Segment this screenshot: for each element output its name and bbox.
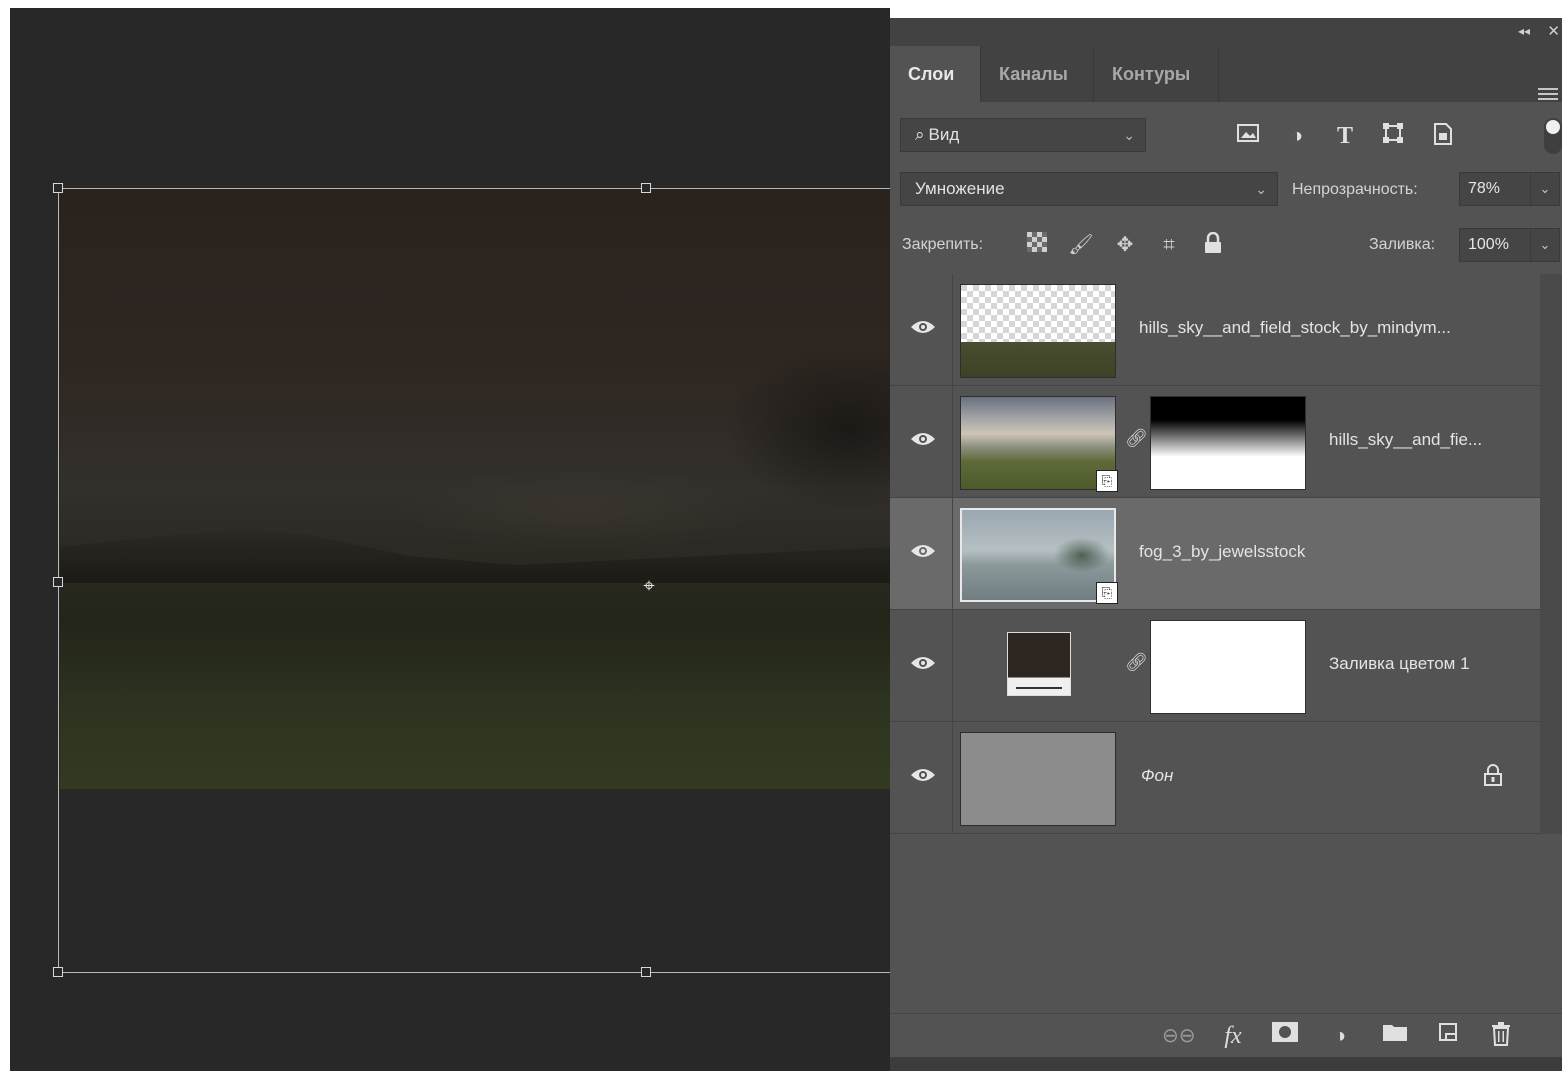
layer-mask-thumbnail[interactable] [1150,620,1306,714]
layer-thumbnail[interactable] [960,284,1116,378]
panel-header: ◂◂ ✕ [890,18,1562,46]
lock-all-icon[interactable] [1200,231,1226,258]
blend-mode-value: Умножение [915,179,1005,198]
lock-artboard-icon[interactable]: ⌗ [1156,232,1182,258]
transform-box-bottom [58,972,890,973]
layer-name[interactable]: hills_sky__and_fie... [1329,430,1482,450]
layer-row-selected[interactable]: ⎘ fog_3_by_jewelsstock [890,498,1540,610]
chevron-down-icon: ⌄ [1255,181,1267,197]
link-layers-icon[interactable]: ⊖⊖ [1162,1022,1196,1050]
fx-icon[interactable]: fx [1218,1022,1248,1050]
transform-handle-middle-left[interactable] [53,577,63,587]
type-filter-icon[interactable]: T [1331,122,1359,150]
layer-lock-icon[interactable] [1484,764,1502,791]
layer-row[interactable]: 🔗︎ Заливка цветом 1 [890,610,1540,722]
layers-bottom-toolbar: ⊖⊖ fx ◑ [890,1013,1562,1058]
transform-handle-bottom-middle[interactable] [641,967,651,977]
visibility-column [890,274,953,385]
fill-chevron-icon[interactable]: ⌄ [1530,228,1560,262]
document-canvas[interactable]: ⌖ [10,8,890,1071]
panel-tabs: Слои Каналы Контуры [890,46,1562,102]
new-layer-icon[interactable] [1433,1022,1463,1050]
trash-icon[interactable] [1486,1022,1516,1050]
image-filter-icon[interactable] [1234,122,1262,150]
tab-paths[interactable]: Контуры [1094,46,1218,102]
visibility-column [890,498,953,609]
lock-position-icon[interactable]: ✥ [1112,232,1138,258]
visibility-column [890,610,953,721]
layer-name[interactable]: fog_3_by_jewelsstock [1139,542,1305,562]
lock-image-pixels-icon[interactable]: 🖌 [1068,232,1094,258]
smart-object-filter-icon[interactable] [1429,122,1457,150]
collapse-panel-icon[interactable]: ◂◂ [1518,24,1530,38]
opacity-input[interactable]: 78% [1459,172,1531,206]
panel-menu-icon[interactable] [1538,88,1558,104]
close-icon[interactable]: ✕ [1547,22,1560,40]
blend-mode-dropdown[interactable]: Умножение ⌄ [900,172,1278,206]
layer-thumbnail[interactable] [960,508,1116,602]
layer-name[interactable]: hills_sky__and_field_stock_by_mindym... [1139,318,1451,338]
layer-name[interactable]: Заливка цветом 1 [1329,654,1470,674]
layer-mask-thumbnail[interactable] [1150,396,1306,490]
opacity-label: Непрозрачность: [1292,181,1418,198]
filter-toggle[interactable] [1544,118,1562,154]
fill-label: Заливка: [1369,236,1436,253]
layer-row[interactable]: Фон [890,722,1540,834]
transform-handle-top-middle[interactable] [641,183,651,193]
fill-layer-thumbnail[interactable] [1007,632,1071,696]
layer-thumbnail[interactable] [960,732,1116,826]
lock-label: Закрепить: [902,236,984,253]
layer-row[interactable]: hills_sky__and_field_stock_by_mindym... [890,274,1540,386]
eye-icon[interactable] [910,318,936,336]
link-icon[interactable]: 🔗︎ [1125,652,1148,673]
panel-bottom-strip [890,1057,1562,1071]
layer-name[interactable]: Фон [1141,766,1173,786]
filter-kind-label: Вид [928,125,960,144]
filter-kind-dropdown[interactable]: ⌕ Вид ⌄ [900,118,1146,152]
group-folder-icon[interactable] [1380,1022,1410,1050]
link-icon[interactable]: 🔗︎ [1125,428,1148,449]
chevron-down-icon: ⌄ [1123,127,1135,143]
adjustment-filter-icon[interactable]: ◑ [1283,122,1311,150]
smart-object-badge-icon: ⎘ [1096,582,1118,604]
search-icon: ⌕ [915,125,925,144]
layer-row[interactable]: ⎘ 🔗︎ hills_sky__and_fie... [890,386,1540,498]
add-mask-icon[interactable] [1270,1022,1300,1050]
eye-icon[interactable] [910,766,936,784]
visibility-column [890,722,953,833]
opacity-chevron-icon[interactable]: ⌄ [1530,172,1560,206]
lock-transparent-pixels-icon[interactable] [1024,232,1050,258]
fill-layer-indicator-icon [1016,687,1062,689]
transform-box-top [58,188,890,189]
tab-divider [1218,46,1219,102]
layer-thumbnail[interactable] [960,396,1116,490]
adjustment-layer-icon[interactable]: ◑ [1325,1022,1355,1050]
eye-icon[interactable] [910,430,936,448]
shape-filter-icon[interactable] [1379,122,1407,150]
visibility-column [890,386,953,497]
eye-icon[interactable] [910,542,936,560]
tab-layers[interactable]: Слои [890,46,980,102]
fill-input[interactable]: 100% [1459,228,1531,262]
layers-panel: ◂◂ ✕ Слои Каналы Контуры ⌕ Вид ⌄ ◑ T Умно… [890,18,1562,1071]
smart-object-badge-icon: ⎘ [1096,470,1118,492]
document-image[interactable] [60,189,890,789]
transform-pivot-icon[interactable]: ⌖ [638,575,660,597]
eye-icon[interactable] [910,654,936,672]
layers-scrollbar[interactable] [1540,274,1562,834]
tab-channels[interactable]: Каналы [981,46,1093,102]
transform-handle-bottom-left[interactable] [53,967,63,977]
transform-handle-top-left[interactable] [53,183,63,193]
